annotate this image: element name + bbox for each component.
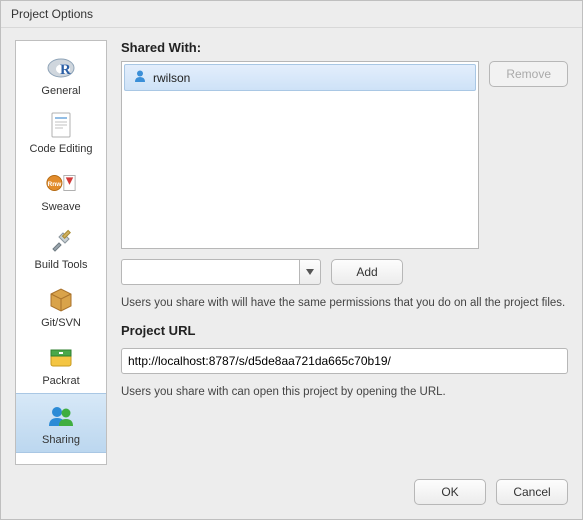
sidebar-item-label: Git/SVN [41,317,81,329]
sidebar-item-sweave[interactable]: Rnw Sweave [16,161,106,219]
permissions-hint: Users you share with will have the same … [121,295,568,311]
cancel-button[interactable]: Cancel [496,479,568,505]
dialog-title: Project Options [1,1,582,28]
dialog-footer: OK Cancel [1,469,582,519]
shared-user-name: rwilson [153,71,190,85]
box-icon [45,283,77,315]
user-icon [133,69,147,86]
sidebar-item-code-editing[interactable]: Code Editing [16,103,106,161]
combo-dropdown-button[interactable] [299,259,321,285]
sidebar: R General Code Editing [15,40,107,465]
shared-users-list[interactable]: rwilson [121,61,479,249]
sidebar-item-packrat[interactable]: Packrat [16,335,106,393]
project-url-field[interactable] [121,348,568,374]
project-options-dialog: Project Options R General [0,0,583,520]
remove-button[interactable]: Remove [489,61,568,87]
url-hint: Users you share with can open this proje… [121,384,568,400]
sidebar-item-build-tools[interactable]: Build Tools [16,219,106,277]
dialog-body: R General Code Editing [1,28,582,469]
sidebar-item-label: Code Editing [30,143,93,155]
sidebar-item-label: Packrat [42,375,79,387]
project-url-label: Project URL [121,323,568,338]
sidebar-item-label: Sweave [41,201,80,213]
shared-with-label: Shared With: [121,40,568,55]
sidebar-item-label: Sharing [42,434,80,446]
sidebar-item-general[interactable]: R General [16,45,106,103]
r-logo-icon: R [45,51,77,83]
svg-text:Rnw: Rnw [47,181,62,188]
chevron-down-icon [306,269,314,275]
sidebar-item-label: General [41,85,80,97]
ok-button[interactable]: OK [414,479,486,505]
sweave-icon: Rnw [45,167,77,199]
sidebar-item-git-svn[interactable]: Git/SVN [16,277,106,335]
sharing-panel: Shared With: rwilson Remove [121,40,568,465]
tools-icon [45,225,77,257]
sidebar-item-label: Build Tools [35,259,88,271]
add-user-input[interactable] [121,259,299,285]
sidebar-item-sharing[interactable]: Sharing [16,393,106,453]
svg-text:R: R [60,62,71,78]
add-button[interactable]: Add [331,259,403,285]
users-icon [45,400,77,432]
packrat-icon [45,341,77,373]
document-icon [45,109,77,141]
add-user-combo[interactable] [121,259,321,285]
shared-user-row[interactable]: rwilson [124,64,476,91]
